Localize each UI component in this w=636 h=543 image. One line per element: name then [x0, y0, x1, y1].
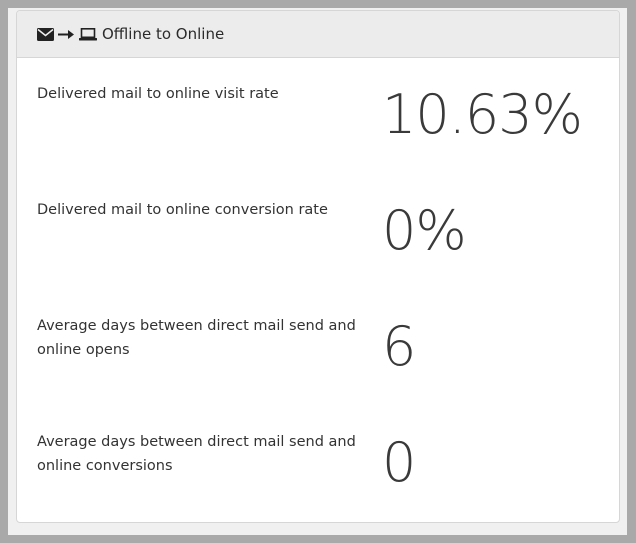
panel-title: Offline to Online: [102, 25, 225, 43]
metric-row: Delivered mail to online conversion rate…: [17, 198, 619, 298]
metric-label: Average days between direct mail send an…: [37, 434, 356, 474]
metric-label: Average days between direct mail send an…: [37, 318, 356, 358]
metric-label: Delivered mail to online conversion rate: [37, 202, 328, 218]
laptop-icon: [79, 27, 97, 41]
window-frame: Offline to Online Delivered mail to onli…: [8, 8, 627, 535]
metric-value: 0%: [382, 199, 467, 262]
metric-value: 10.63%: [382, 83, 583, 146]
metric-value: 6: [382, 315, 416, 378]
header-icons: [37, 27, 97, 41]
metric-label: Delivered mail to online visit rate: [37, 86, 279, 102]
metric-value: 0: [382, 431, 416, 494]
envelope-icon: [37, 27, 54, 41]
offline-to-online-panel: Offline to Online Delivered mail to onli…: [16, 10, 620, 523]
metric-row: Average days between direct mail send an…: [17, 314, 619, 414]
panel-header: Offline to Online: [17, 11, 619, 58]
metric-row: Delivered mail to online visit rate 10.6…: [17, 82, 619, 182]
metric-row: Average days between direct mail send an…: [17, 430, 619, 522]
arrow-right-icon: [58, 29, 75, 40]
